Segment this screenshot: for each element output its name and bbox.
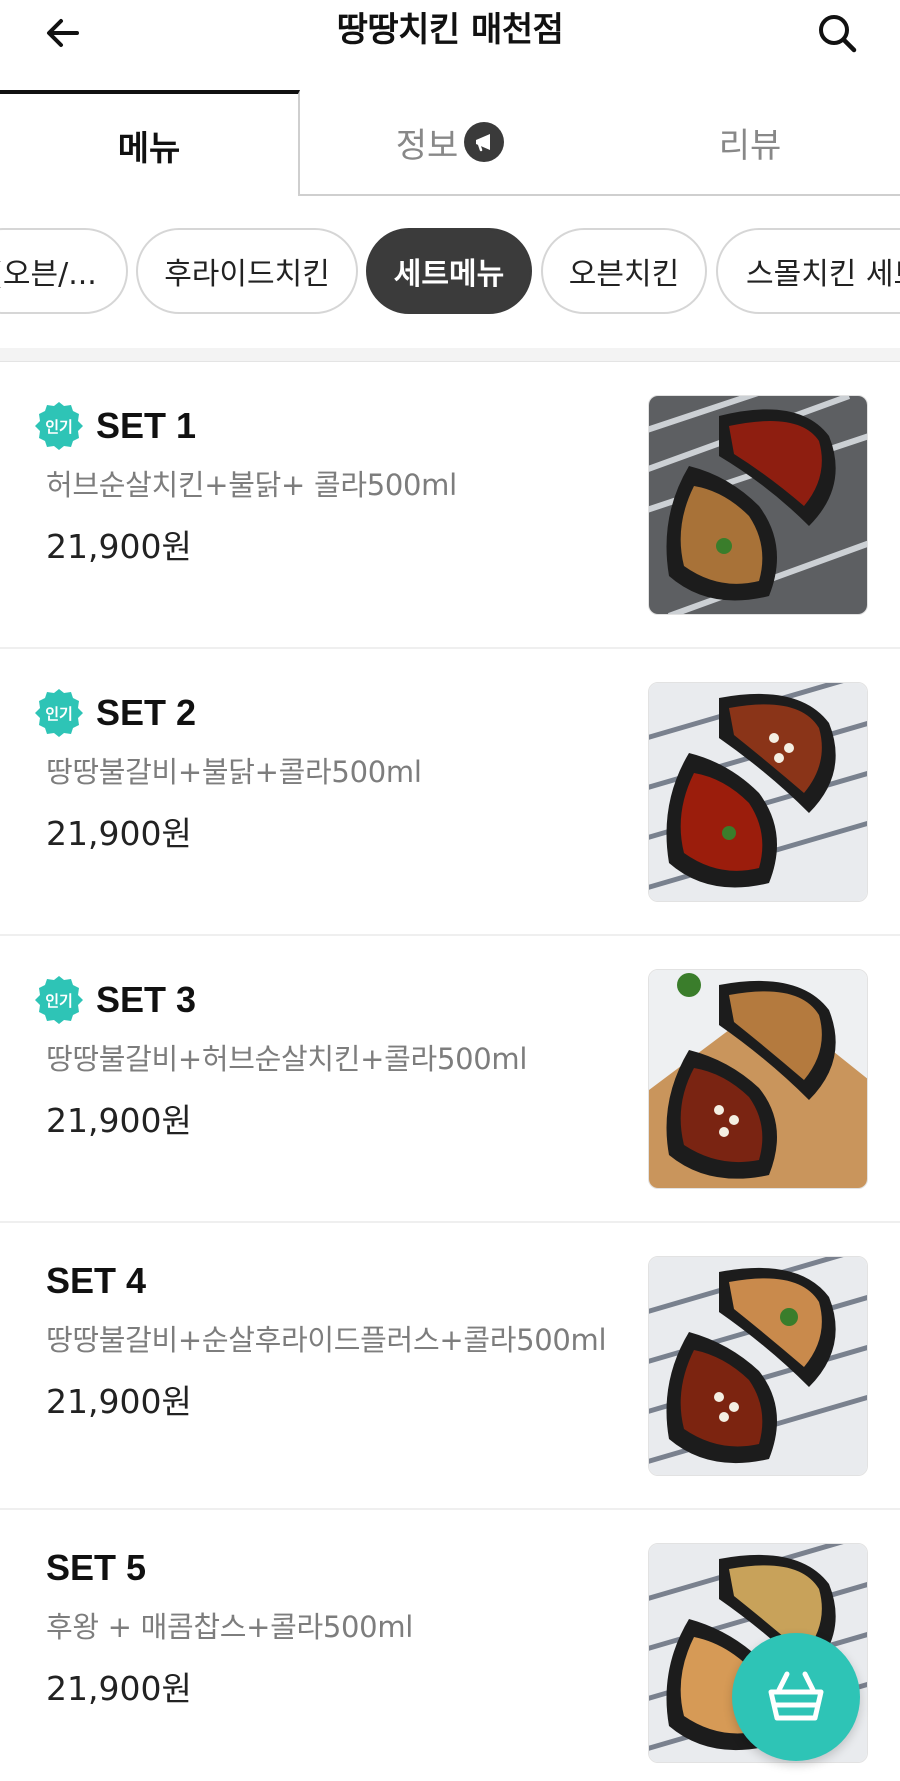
menu-item-info: 인기 SET 1 허브순살치킨+불닭+ 콜라500ml 21,900원 [34, 398, 634, 568]
tab-review[interactable]: 리뷰 [600, 90, 900, 196]
menu-item-info: SET 5 후왕 + 매콤찹스+콜라500ml 21,900원 [34, 1540, 634, 1710]
popular-badge-label: 인기 [45, 704, 73, 723]
basket-icon [768, 1671, 824, 1721]
menu-item-description: 땅땅불갈비+허브순살치킨+콜라500ml [46, 1042, 528, 1076]
menu-item-name: SET 1 [96, 405, 197, 446]
menu-item-info: 인기 SET 2 땅땅불갈비+불닭+콜라500ml 21,900원 [34, 685, 634, 855]
menu-item-price: 21,900원 [46, 1669, 192, 1708]
category-chip[interactable]: 스몰치킨 세트 [716, 228, 900, 314]
tab-info-label: 정보 [395, 125, 459, 166]
menu-item-photo [648, 682, 868, 902]
menu-item-price: 21,900원 [46, 1101, 192, 1140]
popular-badge: 인기 [34, 401, 84, 451]
top-bar: 땅땅치킨 매천점 [0, 0, 900, 90]
menu-item-name: SET 2 [96, 692, 197, 733]
menu-list: 인기 SET 1 허브순살치킨+불닭+ 콜라500ml 21,900원 인기 S… [0, 362, 900, 1781]
tab-review-label: 리뷰 [718, 125, 782, 166]
menu-item-name: SET 4 [46, 1260, 147, 1301]
menu-item-info: SET 4 땅땅불갈비+순살후라이드플러스+콜라500ml 21,900원 [34, 1253, 634, 1423]
menu-item-photo [648, 1256, 868, 1476]
menu-item-description: 허브순살치킨+불닭+ 콜라500ml [46, 468, 457, 502]
category-chip[interactable]: 후라이드치킨 [136, 228, 358, 314]
category-chip-label: 스몰치킨 세트 [746, 257, 900, 292]
menu-item-price: 21,900원 [46, 814, 192, 853]
menu-item-photo [648, 969, 868, 1189]
category-chip-label: 세트메뉴 [393, 257, 505, 292]
popular-badge: 인기 [34, 975, 84, 1025]
menu-item-price: 21,900원 [46, 527, 192, 566]
category-chip-selected[interactable]: 세트메뉴 [366, 228, 532, 314]
popular-badge-label: 인기 [45, 991, 73, 1010]
menu-item-description: 땅땅불갈비+순살후라이드플러스+콜라500ml [46, 1323, 607, 1357]
menu-item[interactable]: SET 4 땅땅불갈비+순살후라이드플러스+콜라500ml 21,900원 [0, 1223, 900, 1510]
menu-item-info: 인기 SET 3 땅땅불갈비+허브순살치킨+콜라500ml 21,900원 [34, 972, 634, 1142]
popular-badge-label: 인기 [45, 417, 73, 436]
menu-item[interactable]: 인기 SET 2 땅땅불갈비+불닭+콜라500ml 21,900원 [0, 649, 900, 936]
menu-item-description: 후왕 + 매콤찹스+콜라500ml [46, 1610, 414, 1644]
menu-item-description: 땅땅불갈비+불닭+콜라500ml [46, 755, 422, 789]
category-chip[interactable]: (오븐/... [0, 228, 128, 314]
store-tabs: 메뉴 정보 리뷰 [0, 90, 900, 196]
menu-item-photo [648, 395, 868, 615]
menu-item-name: SET 5 [46, 1547, 147, 1588]
megaphone-icon [464, 122, 505, 162]
category-chip[interactable]: 오븐치킨 [541, 228, 707, 314]
category-chip-bar[interactable]: (오븐/... 후라이드치킨 세트메뉴 오븐치킨 스몰치킨 세트 [0, 222, 900, 318]
menu-item-name: SET 3 [96, 979, 197, 1020]
tab-info[interactable]: 정보 [300, 90, 600, 196]
popular-badge: 인기 [34, 688, 84, 738]
search-icon [819, 15, 857, 53]
category-chip-label: 오븐치킨 [568, 257, 680, 292]
cart-button[interactable] [732, 1633, 860, 1761]
menu-item-price: 21,900원 [46, 1382, 192, 1421]
menu-item[interactable]: 인기 SET 3 땅땅불갈비+허브순살치킨+콜라500ml 21,900원 [0, 936, 900, 1223]
category-chip-label: 후라이드치킨 [164, 257, 330, 292]
menu-item[interactable]: 인기 SET 1 허브순살치킨+불닭+ 콜라500ml 21,900원 [0, 362, 900, 649]
search-button[interactable] [810, 6, 864, 60]
category-chip-label: (오븐/... [0, 257, 97, 292]
tab-menu[interactable]: 메뉴 [0, 90, 300, 196]
tab-menu-label: 메뉴 [117, 128, 181, 169]
section-divider [0, 348, 900, 362]
store-title: 땅땅치킨 매천점 [336, 10, 564, 50]
